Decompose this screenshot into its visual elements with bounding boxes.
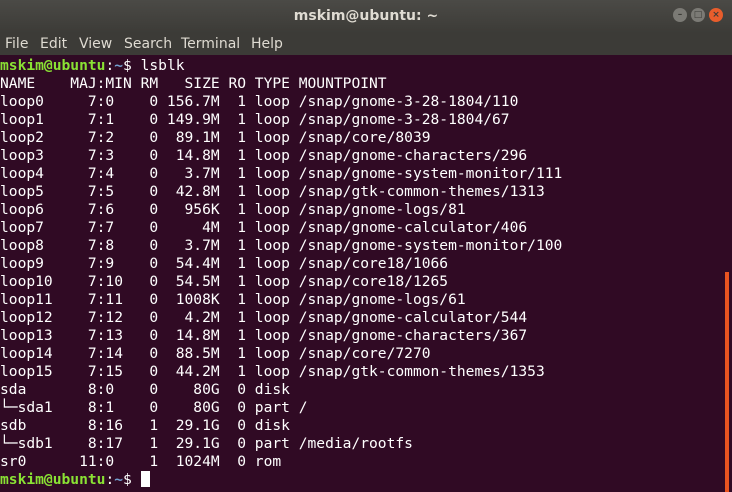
output-line: sdb 8:16 1 29.1G 0 disk — [0, 417, 290, 434]
title-bar[interactable]: mskim@ubuntu: ~ – □ × — [0, 0, 732, 33]
scrollbar[interactable] — [725, 272, 729, 492]
output-line: sda 8:0 0 80G 0 disk — [0, 381, 290, 398]
output-line: loop11 7:11 0 1008K 1 loop /snap/gnome-l… — [0, 291, 466, 308]
output-line: loop1 7:1 0 149.9M 1 loop /snap/gnome-3-… — [0, 111, 510, 128]
terminal-area[interactable]: mskim@ubuntu:~$ lsblk NAME MAJ:MIN RM SI… — [0, 57, 732, 492]
text-cursor — [140, 471, 150, 487]
prompt-sign: $ — [123, 471, 132, 488]
output-line: loop14 7:14 0 88.5M 1 loop /snap/core/72… — [0, 345, 431, 362]
output-line: loop5 7:5 0 42.8M 1 loop /snap/gtk-commo… — [0, 183, 545, 200]
output-line: loop7 7:7 0 4M 1 loop /snap/gnome-calcul… — [0, 219, 528, 236]
prompt-separator: : — [105, 471, 115, 488]
output-line: └─sda1 8:1 0 80G 0 part / — [0, 399, 308, 416]
menu-bar: File Edit View Search Terminal Help — [0, 33, 732, 55]
output-line: sr0 11:0 1 1024M 0 rom — [0, 453, 282, 470]
output-line: loop9 7:9 0 54.4M 1 loop /snap/core18/10… — [0, 255, 449, 272]
prompt-path: ~ — [114, 471, 124, 488]
output-line: loop2 7:2 0 89.1M 1 loop /snap/core/8039 — [0, 129, 431, 146]
output-line: loop10 7:10 0 54.5M 1 loop /snap/core18/… — [0, 273, 449, 290]
command-text: lsblk — [131, 57, 185, 74]
close-button[interactable]: × — [709, 8, 723, 22]
output-line: loop12 7:12 0 4.2M 1 loop /snap/gnome-ca… — [0, 309, 528, 326]
prompt-separator: : — [105, 57, 115, 74]
prompt-userhost: mskim@ubuntu — [0, 57, 106, 74]
terminal-window: mskim@ubuntu: ~ – □ × File Edit View Sea… — [0, 0, 732, 492]
output-line: loop13 7:13 0 14.8M 1 loop /snap/gnome-c… — [0, 327, 528, 344]
output-header-line: NAME MAJ:MIN RM SIZE RO TYPE MOUNTPOINT — [0, 75, 387, 92]
output-line: loop3 7:3 0 14.8M 1 loop /snap/gnome-cha… — [0, 147, 528, 164]
output-line: loop8 7:8 0 3.7M 1 loop /snap/gnome-syst… — [0, 237, 563, 254]
prompt-userhost: mskim@ubuntu — [0, 471, 106, 488]
menu-file[interactable]: File — [5, 36, 28, 52]
output-line: loop0 7:0 0 156.7M 1 loop /snap/gnome-3-… — [0, 93, 519, 110]
menu-help[interactable]: Help — [251, 36, 283, 52]
output-line: loop15 7:15 0 44.2M 1 loop /snap/gtk-com… — [0, 363, 545, 380]
output-line: └─sdb1 8:17 1 29.1G 0 part /media/rootfs — [0, 435, 413, 452]
maximize-button[interactable]: □ — [691, 8, 705, 22]
menu-terminal[interactable]: Terminal — [181, 36, 240, 52]
prompt-path: ~ — [114, 57, 124, 74]
output-line: loop6 7:6 0 956K 1 loop /snap/gnome-logs… — [0, 201, 466, 218]
window-title: mskim@ubuntu: ~ — [293, 8, 439, 24]
prompt-sign: $ — [123, 57, 132, 74]
menu-search[interactable]: Search — [124, 36, 172, 52]
command-line: mskim@ubuntu:~$ lsblk — [0, 57, 185, 75]
output-line: loop4 7:4 0 3.7M 1 loop /snap/gnome-syst… — [0, 165, 563, 182]
menu-edit[interactable]: Edit — [40, 36, 67, 52]
current-prompt-line[interactable]: mskim@ubuntu:~$ — [0, 471, 150, 489]
minimize-button[interactable]: – — [673, 8, 687, 22]
menu-view[interactable]: View — [79, 36, 112, 52]
